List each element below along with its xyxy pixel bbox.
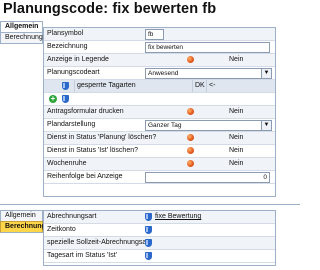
zeitkonto-label: Zeitkonto [47, 226, 76, 233]
abrechnungsart-link[interactable]: fixe Bewertung [155, 211, 201, 223]
tab-column-bottom: Allgemein Berechnung [0, 210, 46, 233]
chevron-down-icon[interactable]: ▼ [261, 69, 271, 78]
row-reihenfolge: Reihenfolge bei Anzeige 0 [44, 171, 275, 184]
shield-icon[interactable] [145, 226, 152, 234]
page-title: Planungscode: fix bewerten fb [3, 1, 217, 17]
wochenruhe-value: Nein [229, 160, 244, 167]
toggle-dot-icon[interactable] [187, 160, 194, 167]
row-anzeige-legende: Anzeige in Legende Nein [44, 54, 275, 67]
anzeige-legende-value: Nein [229, 56, 244, 63]
plandarstellung-select[interactable]: Ganzer Tag ▼ [145, 120, 272, 131]
plandarstellung-value: Ganzer Tag [148, 122, 182, 129]
grid-col-tagarten[interactable]: gesperrte Tagarten [74, 80, 136, 92]
grid-col-arrow[interactable]: <- [206, 80, 215, 92]
row-tagesart: Tagesart im Status 'Ist' [44, 250, 275, 263]
row-plandarstellung: Plandarstellung Ganzer Tag ▼ [44, 119, 275, 132]
row-antragsformular: Antragsformular drucken Nein [44, 106, 275, 119]
plandarstellung-label: Plandarstellung [47, 121, 96, 128]
antragsformular-value: Nein [229, 108, 244, 115]
tab-berechnung[interactable]: Berechnung [0, 32, 43, 44]
row-dienst-ist: Dienst in Status 'Ist' löschen? Nein [44, 145, 275, 158]
reihenfolge-label: Reihenfolge bei Anzeige [47, 173, 123, 180]
row-sollzeit: spezielle Sollzeit-Abrechnungsart [44, 237, 275, 250]
grid-col-dk[interactable]: DK [192, 80, 205, 92]
anzeige-legende-label: Anzeige in Legende [47, 56, 109, 63]
toggle-dot-icon[interactable] [187, 147, 194, 154]
dienst-ist-label: Dienst in Status 'Ist' löschen? [47, 147, 138, 154]
toggle-dot-icon[interactable] [187, 108, 194, 115]
chevron-down-icon[interactable]: ▼ [261, 121, 271, 130]
row-planungscodeart: Planungscodeart Anwesend ▼ [44, 67, 275, 80]
row-abrechnungsart: Abrechnungsart fixe Bewertung [44, 211, 275, 224]
tab-column-top: Allgemein Berechnung [0, 21, 43, 44]
dienst-ist-value: Nein [229, 147, 244, 154]
plansymbol-label: Plansymbol [47, 30, 84, 37]
grid-header-row: gesperrte Tagarten DK <- [44, 80, 275, 93]
section-divider [0, 204, 300, 205]
bezeichnung-label: Bezeichnung [47, 43, 88, 50]
shield-icon[interactable] [145, 239, 152, 247]
shield-icon[interactable] [145, 252, 152, 260]
row-wochenruhe: Wochenruhe Nein [44, 158, 275, 171]
reihenfolge-input[interactable]: 0 [145, 172, 270, 183]
toggle-dot-icon[interactable] [187, 56, 194, 63]
row-bezeichnung: Bezeichnung fix bewerten [44, 41, 275, 54]
row-zeitkonto: Zeitkonto [44, 224, 275, 237]
toggle-dot-icon[interactable] [187, 134, 194, 141]
wochenruhe-label: Wochenruhe [47, 160, 87, 167]
tab-allgemein[interactable]: Allgemein [0, 210, 43, 221]
antragsformular-label: Antragsformular drucken [47, 108, 124, 115]
tagesart-label: Tagesart im Status 'Ist' [47, 252, 117, 259]
planungscodeart-select[interactable]: Anwesend ▼ [145, 68, 272, 79]
general-panel: Plansymbol fb Bezeichnung fix bewerten A… [43, 27, 276, 197]
row-plansymbol: Plansymbol fb [44, 28, 275, 41]
tab-allgemein[interactable]: Allgemein [0, 21, 43, 32]
shield-icon [145, 213, 152, 221]
sollzeit-label: spezielle Sollzeit-Abrechnungsart [47, 239, 151, 246]
shield-icon [62, 82, 69, 90]
tab-berechnung[interactable]: Berechnung [0, 221, 46, 233]
shield-icon [62, 95, 69, 103]
planungscodeart-label: Planungscodeart [47, 69, 100, 76]
row-dienst-planung: Dienst in Status 'Planung' löschen? Nein [44, 132, 275, 145]
plansymbol-input[interactable]: fb [145, 29, 164, 40]
dienst-planung-label: Dienst in Status 'Planung' löschen? [47, 134, 157, 141]
abrechnungsart-label: Abrechnungsart [47, 213, 97, 220]
add-icon[interactable]: + [49, 95, 57, 103]
grid-add-row: + [44, 93, 275, 106]
bezeichnung-input[interactable]: fix bewerten [145, 42, 270, 53]
calc-panel: Abrechnungsart fixe Bewertung Zeitkonto … [43, 210, 276, 266]
dienst-planung-value: Nein [229, 134, 244, 141]
planungscodeart-value: Anwesend [148, 70, 179, 77]
